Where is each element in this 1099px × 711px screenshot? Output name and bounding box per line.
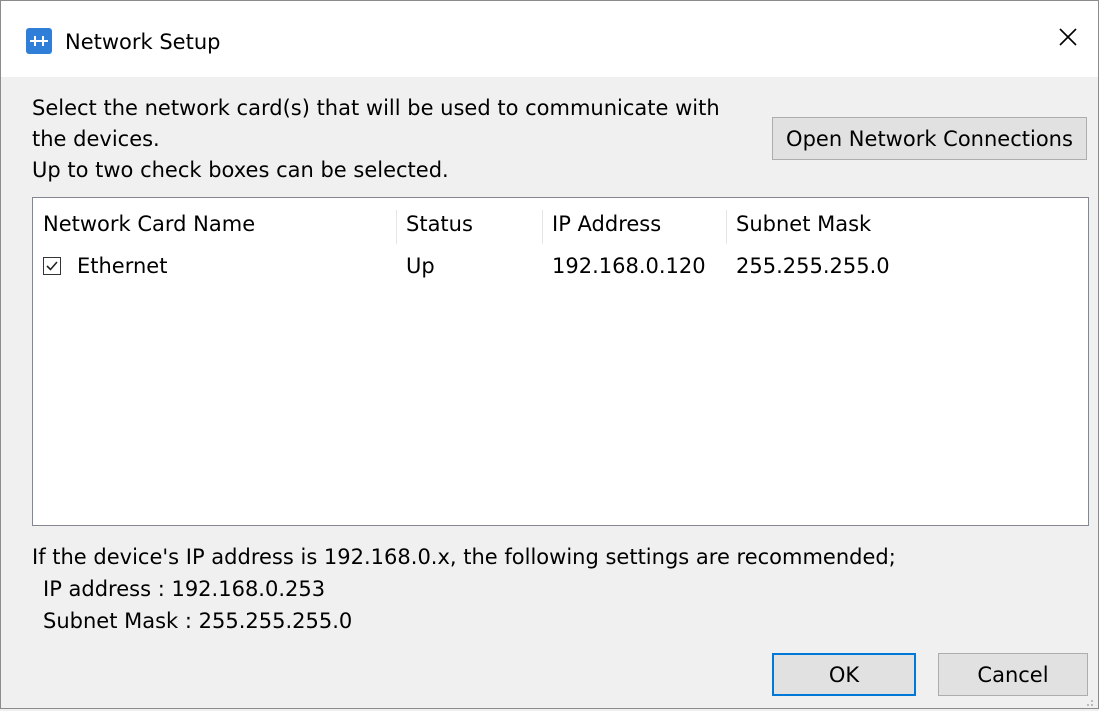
close-icon	[1058, 27, 1078, 51]
close-button[interactable]	[1038, 1, 1098, 77]
resize-grip-icon[interactable]	[1082, 692, 1094, 706]
network-setup-dialog: Network Setup Select the network card(s)…	[0, 0, 1099, 709]
table-row[interactable]: Ethernet Up 192.168.0.120 255.255.255.0	[33, 248, 1088, 284]
column-divider[interactable]	[542, 210, 543, 244]
column-header-status[interactable]: Status	[406, 206, 473, 242]
window-title: Network Setup	[65, 30, 221, 54]
ok-button[interactable]: OK	[772, 653, 916, 696]
cancel-button[interactable]: Cancel	[938, 653, 1088, 696]
network-card-ip: 192.168.0.120	[552, 254, 706, 278]
recommendation-text: If the device's IP address is 192.168.0.…	[32, 541, 896, 637]
recommended-ip: IP address : 192.168.0.253	[43, 577, 326, 601]
column-divider[interactable]	[396, 210, 397, 244]
network-card-subnet: 255.255.255.0	[736, 254, 890, 278]
column-header-ip-address[interactable]: IP Address	[552, 206, 661, 242]
network-app-icon	[26, 28, 52, 54]
open-network-connections-button[interactable]: Open Network Connections	[772, 117, 1087, 160]
recommendation-intro: If the device's IP address is 192.168.0.…	[32, 545, 896, 569]
ethernet-checkbox[interactable]	[43, 257, 61, 275]
instruction-line: Up to two check boxes can be selected.	[32, 158, 449, 182]
column-header-subnet-mask[interactable]: Subnet Mask	[736, 206, 871, 242]
network-card-name: Ethernet	[77, 254, 168, 278]
column-divider[interactable]	[726, 210, 727, 244]
instruction-line: Select the network card(s) that will be …	[32, 96, 720, 120]
instructions-text: Select the network card(s) that will be …	[32, 93, 762, 186]
title-bar: Network Setup	[1, 1, 1098, 77]
column-header-network-card-name[interactable]: Network Card Name	[43, 206, 255, 242]
list-header: Network Card Name Status IP Address Subn…	[33, 206, 1088, 244]
network-card-status: Up	[406, 254, 435, 278]
instruction-line: the devices.	[32, 127, 160, 151]
recommended-subnet: Subnet Mask : 255.255.255.0	[43, 609, 353, 633]
network-card-list[interactable]: Network Card Name Status IP Address Subn…	[32, 197, 1089, 526]
checkmark-icon	[46, 261, 58, 271]
